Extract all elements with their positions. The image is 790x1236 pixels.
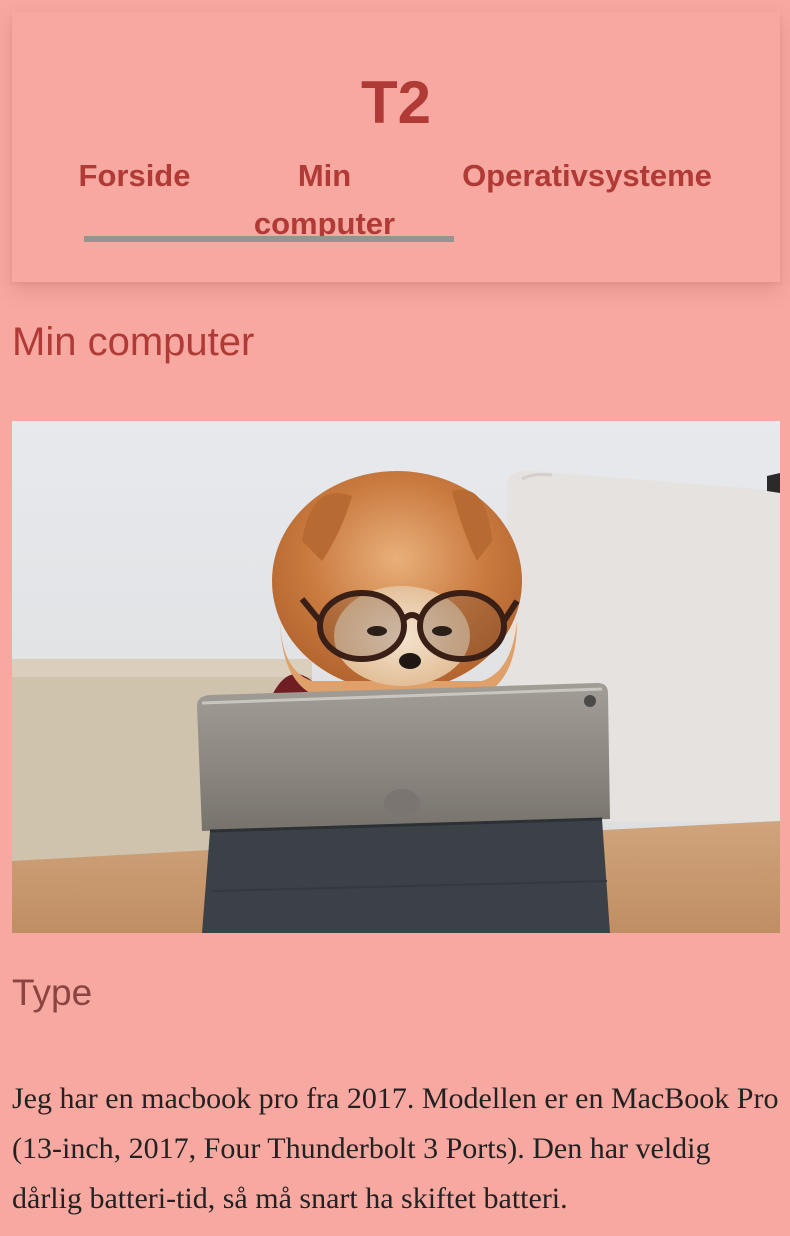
- dog-photo: [12, 421, 780, 933]
- site-header: T2 Forside Min computer Operativsysteme: [12, 12, 780, 282]
- computer-description: Jeg har en macbook pro fra 2017. Modelle…: [12, 1082, 779, 1215]
- page-title: Min computer: [12, 320, 255, 364]
- site-title: T2: [360, 69, 432, 136]
- nav-item-operativsysteme[interactable]: Operativsysteme: [452, 152, 722, 200]
- nav-item-forside[interactable]: Forside: [72, 152, 197, 200]
- active-nav-underline: [84, 236, 454, 242]
- section-title-type: Type: [12, 972, 93, 1013]
- nav-item-min-computer[interactable]: Min computer: [242, 152, 407, 248]
